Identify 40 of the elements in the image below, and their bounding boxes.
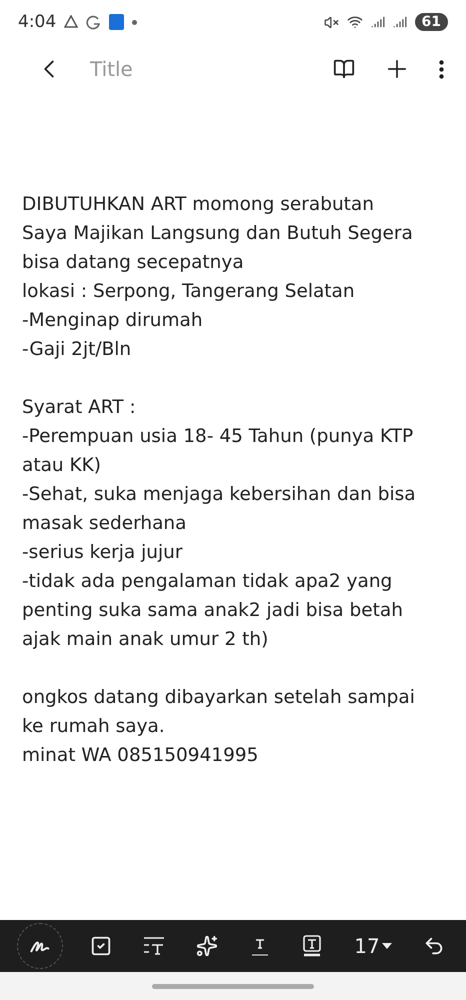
note-line: -Menginap dirumah xyxy=(22,309,204,333)
title-field[interactable]: Title xyxy=(88,56,309,82)
note-line: bisa datang secepatnya xyxy=(22,251,245,275)
note-line: -Sehat, suka menjaga kebersihan dan bisa xyxy=(22,483,417,507)
caret-icon xyxy=(382,942,392,950)
text-box-icon xyxy=(301,934,324,958)
dot-icon xyxy=(132,20,138,24)
sparkle-icon xyxy=(196,935,218,957)
undo-icon xyxy=(422,935,445,957)
alert-icon xyxy=(64,15,78,29)
font-size-button[interactable]: 17 xyxy=(350,930,396,962)
app-icon xyxy=(109,14,124,30)
note-line: penting suka sama anak2 jadi bisa betah xyxy=(22,599,404,623)
note-line: -tidak ada pengalaman tidak apa2 yang xyxy=(22,570,394,594)
note-line: ongkos datang dibayarkan setelah sampai xyxy=(22,686,416,710)
more-icon xyxy=(439,60,444,78)
signal-icon xyxy=(392,15,407,29)
note-line: ajak main anak umur 2 th) xyxy=(22,628,270,652)
note-line: -Gaji 2jt/Bln xyxy=(22,338,132,362)
clock: 4:04 xyxy=(18,12,56,32)
note-line: atau KK) xyxy=(22,454,102,478)
battery-level: 61 xyxy=(414,13,448,31)
handwriting-button[interactable] xyxy=(17,923,64,969)
note-line: lokasi : Serpong, Tangerang Selatan xyxy=(22,280,356,304)
note-line: -Perempuan usia 18- 45 Tahun (punya KTP xyxy=(22,425,414,449)
g-icon xyxy=(86,14,102,30)
note-line: Saya Majikan Langsung dan Butuh Segera xyxy=(22,222,414,246)
note-line: -serius kerja jujur xyxy=(22,541,184,565)
signal-icon xyxy=(370,15,385,29)
checkbox-icon xyxy=(90,935,112,957)
note-line: masak sederhana xyxy=(22,512,188,536)
note-line: minat WA 085150941995 xyxy=(22,744,260,768)
home-handle[interactable] xyxy=(152,984,314,988)
book-icon xyxy=(333,58,355,80)
note-line: DIBUTUHKAN ART momong serabutan xyxy=(22,193,375,217)
note-line: ke rumah saya. xyxy=(22,715,166,739)
text-style-icon xyxy=(143,935,166,957)
note-line: Syarat ART : xyxy=(22,396,137,420)
wifi-icon xyxy=(346,14,363,30)
mute-icon xyxy=(324,14,339,30)
